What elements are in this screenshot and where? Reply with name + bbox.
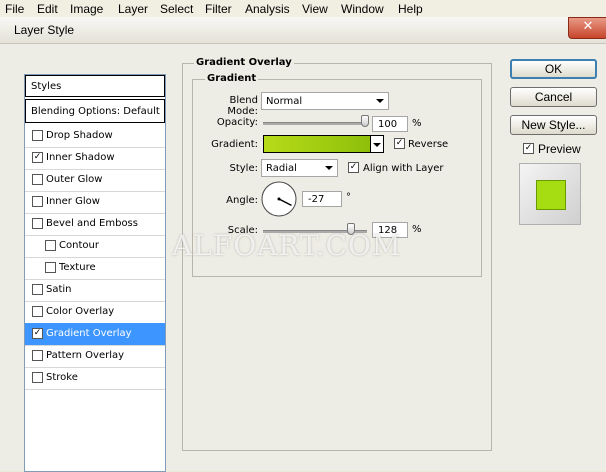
style-checkbox-inner-shadow[interactable]: ✓ <box>32 152 43 163</box>
menu-image[interactable]: Image <box>70 2 103 16</box>
opacity-value: 100 <box>378 119 398 130</box>
style-label-bevel-and-emboss: Bevel and Emboss <box>46 218 138 229</box>
angle-input[interactable]: -27 <box>302 191 342 207</box>
angle-value: -27 <box>308 194 325 205</box>
opacity-input[interactable]: 100 <box>372 116 408 132</box>
align-with-layer-checkbox[interactable]: ✓ <box>348 162 359 173</box>
angle-dial[interactable] <box>260 180 298 218</box>
style-item-inner-glow[interactable]: Inner Glow <box>25 191 165 213</box>
style-label-pattern-overlay: Pattern Overlay <box>46 350 125 361</box>
style-item-outer-glow[interactable]: Outer Glow <box>25 169 165 191</box>
menu-analysis[interactable]: Analysis <box>245 2 290 16</box>
style-label-inner-shadow: Inner Shadow <box>46 152 115 163</box>
style-label-contour: Contour <box>59 240 99 251</box>
reverse-checkbox[interactable]: ✓ <box>394 138 405 149</box>
gradient-picker[interactable] <box>263 135 371 153</box>
style-item-color-overlay[interactable]: Color Overlay <box>25 301 165 323</box>
menu-select[interactable]: Select <box>160 2 193 16</box>
style-checkbox-satin[interactable] <box>32 284 43 295</box>
style-checkbox-texture[interactable] <box>45 262 56 273</box>
angle-unit: ° <box>346 192 351 203</box>
blend-mode-value: Normal <box>266 96 303 107</box>
style-item-texture[interactable]: Texture <box>25 257 165 279</box>
style-item-pattern-overlay[interactable]: Pattern Overlay <box>25 345 165 367</box>
opacity-slider-thumb[interactable] <box>361 115 369 127</box>
subsection-title: Gradient <box>205 73 259 84</box>
watermark: ALFOART.COM <box>172 229 402 262</box>
preview-thumbnail <box>519 163 581 225</box>
angle-center <box>277 197 281 201</box>
align-with-layer-label: Align with Layer <box>363 163 444 174</box>
menu-view[interactable]: View <box>302 2 328 16</box>
style-checkbox-stroke[interactable] <box>32 372 43 383</box>
list-separator <box>25 389 165 390</box>
style-select[interactable]: Radial <box>261 159 338 177</box>
style-item-contour[interactable]: Contour <box>25 235 165 257</box>
style-label-color-overlay: Color Overlay <box>46 306 115 317</box>
style-item-gradient-overlay[interactable]: ✓ Gradient Overlay <box>25 323 165 345</box>
styles-header[interactable]: Styles <box>25 75 165 97</box>
section-title: Gradient Overlay <box>194 57 294 68</box>
style-checkbox-color-overlay[interactable] <box>32 306 43 317</box>
style-checkbox-bevel-and-emboss[interactable] <box>32 218 43 229</box>
blend-mode-label: Blend Mode: <box>227 95 258 117</box>
blending-options-label: Blending Options: Default <box>31 106 160 117</box>
menu-bar: File Edit Image Layer Select Filter Anal… <box>0 0 606 18</box>
opacity-label: Opacity: <box>216 117 258 128</box>
styles-list: Styles Blending Options: Default Drop Sh… <box>24 74 166 472</box>
style-checkbox-drop-shadow[interactable] <box>32 130 43 141</box>
style-label-satin: Satin <box>46 284 72 295</box>
dialog-title: Layer Style <box>14 23 75 37</box>
scale-unit: % <box>412 224 422 235</box>
layer-style-dialog: Layer Style ✕ Styles Blending Options: D… <box>0 17 606 472</box>
style-item-inner-shadow[interactable]: ✓ Inner Shadow <box>25 147 165 169</box>
style-label-outer-glow: Outer Glow <box>46 174 103 185</box>
preview-swatch <box>536 180 566 210</box>
preview-label: Preview <box>538 142 581 156</box>
style-value: Radial <box>266 163 297 174</box>
preview-checkbox[interactable]: ✓ <box>523 143 534 154</box>
style-checkbox-contour[interactable] <box>45 240 56 251</box>
reverse-label: Reverse <box>408 139 449 150</box>
styles-header-label: Styles <box>31 81 62 92</box>
menu-filter[interactable]: Filter <box>205 2 232 16</box>
style-item-stroke[interactable]: Stroke <box>25 367 165 389</box>
opacity-unit: % <box>412 118 422 129</box>
opacity-slider[interactable] <box>263 122 367 125</box>
style-checkbox-gradient-overlay[interactable]: ✓ <box>32 328 43 339</box>
menu-layer[interactable]: Layer <box>118 2 148 16</box>
style-label: Style: <box>229 163 259 174</box>
blending-options-item[interactable]: Blending Options: Default <box>25 99 165 123</box>
close-icon[interactable]: ✕ <box>568 17 606 39</box>
chevron-down-icon <box>373 143 381 147</box>
angle-label: Angle: <box>226 195 258 206</box>
menu-window[interactable]: Window <box>341 2 384 16</box>
ok-button[interactable]: OK <box>510 59 597 79</box>
menu-file[interactable]: File <box>5 2 24 16</box>
style-checkbox-pattern-overlay[interactable] <box>32 350 43 361</box>
new-style-button[interactable]: New Style... <box>510 115 597 135</box>
style-label-gradient-overlay: Gradient Overlay <box>46 328 132 339</box>
style-label-inner-glow: Inner Glow <box>46 196 100 207</box>
style-label-stroke: Stroke <box>46 372 78 383</box>
style-item-drop-shadow[interactable]: Drop Shadow <box>25 125 165 147</box>
blend-mode-select[interactable]: Normal <box>261 92 389 110</box>
chevron-down-icon <box>325 166 333 170</box>
chevron-down-icon <box>376 99 384 103</box>
style-item-bevel-and-emboss[interactable]: Bevel and Emboss <box>25 213 165 235</box>
style-checkbox-inner-glow[interactable] <box>32 196 43 207</box>
gradient-dropdown-button[interactable] <box>371 135 384 153</box>
menu-edit[interactable]: Edit <box>37 2 58 16</box>
gradient-label: Gradient: <box>211 139 258 150</box>
style-checkbox-outer-glow[interactable] <box>32 174 43 185</box>
style-item-satin[interactable]: Satin <box>25 279 165 301</box>
style-label-drop-shadow: Drop Shadow <box>46 130 113 141</box>
dialog-titlebar: Layer Style ✕ <box>0 17 606 44</box>
menu-help[interactable]: Help <box>398 2 423 16</box>
style-label-texture: Texture <box>59 262 96 273</box>
cancel-button[interactable]: Cancel <box>510 87 597 107</box>
